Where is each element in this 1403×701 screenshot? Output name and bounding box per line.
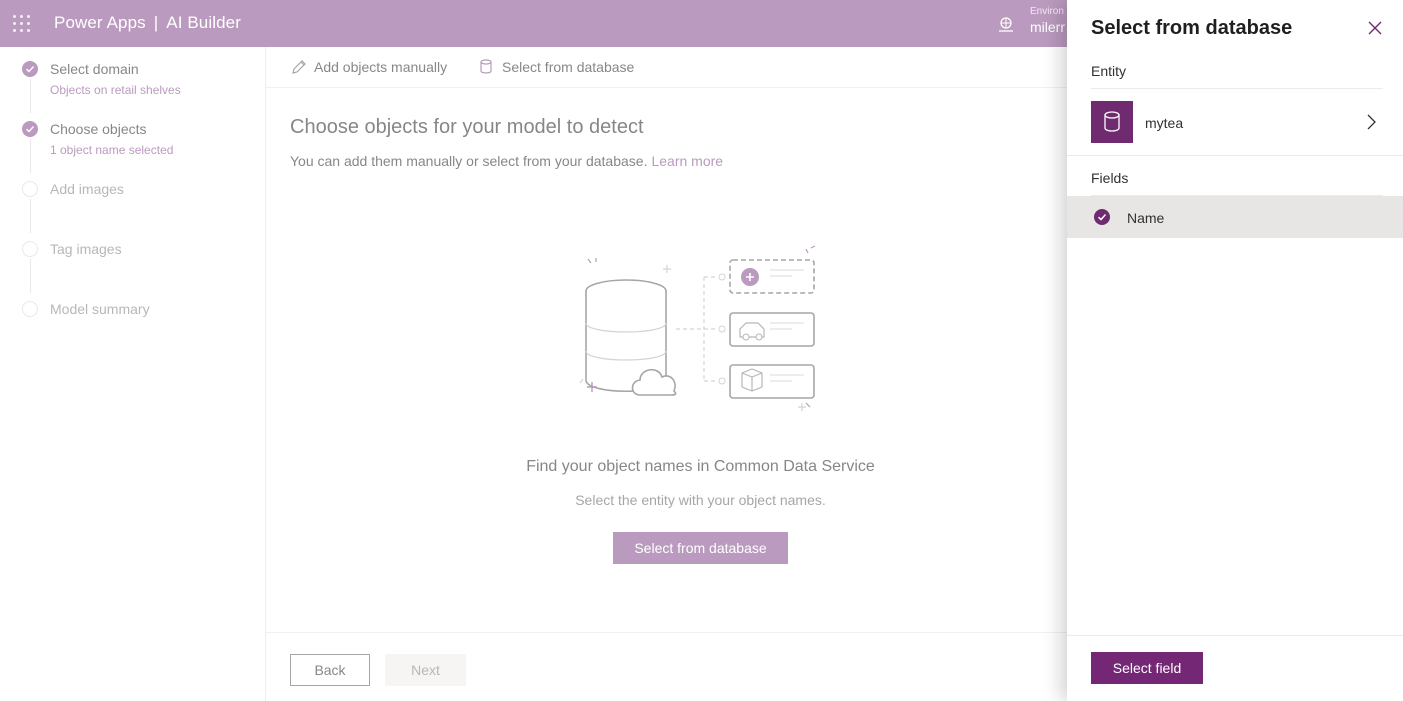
entity-tile [1091,101,1133,143]
chevron-right-icon [1367,114,1376,130]
check-circle-icon[interactable] [1094,209,1110,225]
database-icon [1104,111,1120,132]
entity-row[interactable]: mytea [1067,89,1403,156]
select-from-database-panel: Select from database Entity mytea Fields… [1067,0,1403,701]
entity-label: Entity [1091,63,1127,79]
panel-footer-divider [1067,635,1403,636]
close-icon[interactable] [1367,20,1383,36]
fields-label: Fields [1091,170,1129,186]
field-name: Name [1127,210,1165,226]
field-row-name[interactable]: Name [1067,196,1403,238]
entity-name: mytea [1145,115,1184,131]
panel-overlay[interactable] [0,0,1067,701]
select-field-button[interactable]: Select field [1091,652,1203,684]
panel-title: Select from database [1091,17,1293,39]
